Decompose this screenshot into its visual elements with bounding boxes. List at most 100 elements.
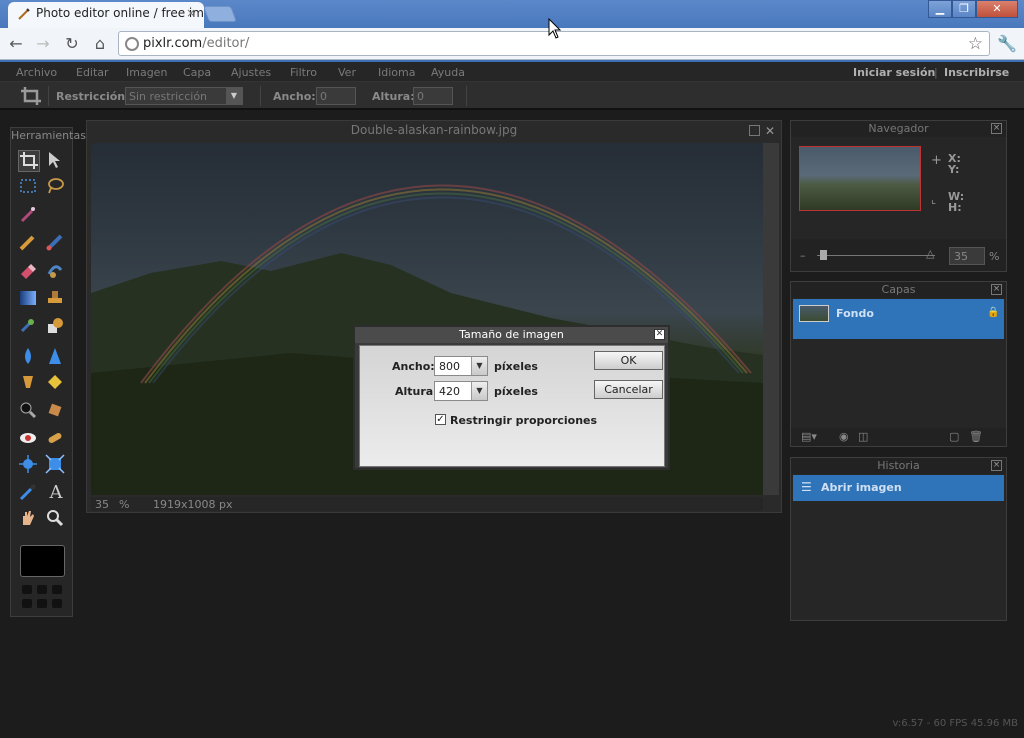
blur-tool[interactable] [18,346,40,368]
width-value: 800 [439,360,460,373]
new-tab-button[interactable] [203,6,237,22]
height-input[interactable]: 0 [413,87,453,105]
wand-tool[interactable] [18,204,40,226]
sharpen-tool[interactable] [45,346,67,368]
tab-close-icon[interactable]: × [186,6,196,20]
bloat-tool[interactable] [18,454,40,476]
tab-title: Photo editor online / free imag [36,6,204,20]
hand-tool[interactable] [18,508,40,530]
crop-tool[interactable] [18,150,40,172]
view-mode-button[interactable] [37,585,47,594]
zoom-percent[interactable]: 35 [95,498,109,511]
ok-button[interactable]: OK [594,351,663,370]
close-icon[interactable]: ✕ [654,329,665,340]
lasso-tool[interactable] [45,176,67,198]
dialog-title: Tamaño de imagen [355,327,668,343]
menu-archivo[interactable]: Archivo [16,66,57,79]
zoom-out-icon[interactable]: – [800,249,806,262]
layer-row[interactable]: Fondo 🔒 [793,299,1004,339]
zoom-input[interactable]: 35 [949,247,985,265]
view-mode-button[interactable] [22,599,32,608]
colorize-tool[interactable] [45,400,67,422]
spot-heal-tool[interactable] [45,428,67,450]
red-eye-icon [20,433,36,443]
zoom-slider-handle[interactable] [820,250,827,260]
menu-ayuda[interactable]: Ayuda [431,66,465,79]
replace-color-tool[interactable] [18,316,40,338]
menu-ver[interactable]: Ver [338,66,356,79]
zoom-in-icon[interactable]: △ [926,247,934,260]
login-link[interactable]: Iniciar sesión [853,66,935,79]
trash-icon[interactable]: 🗑 [969,430,983,443]
menu-filtro[interactable]: Filtro [290,66,317,79]
menu-ajustes[interactable]: Ajustes [231,66,271,79]
close-icon[interactable]: ✕ [765,124,775,138]
wrench-icon[interactable]: 🔧 [996,34,1018,54]
drawing-tool[interactable] [45,316,67,338]
move-tool[interactable] [45,150,67,172]
smudge-tool[interactable] [45,260,67,282]
gradient-icon [20,291,36,305]
view-mode-button[interactable] [52,599,62,608]
view-mode-button[interactable] [22,585,32,594]
close-icon[interactable]: × [991,123,1002,134]
brush-tool[interactable] [45,232,67,254]
divider [48,86,49,106]
marquee-tool[interactable] [18,176,40,198]
vertical-scrollbar[interactable] [763,143,779,495]
chevron-down-icon[interactable]: ▼ [471,382,487,400]
menu-capa[interactable]: Capa [183,66,211,79]
menu-idioma[interactable]: Idioma [378,66,415,79]
selection-size-icon: ⌞ [931,193,937,206]
crop-icon [20,152,38,169]
navigator-thumbnail[interactable] [799,146,921,211]
sponge-tool[interactable] [18,400,40,422]
red-eye-tool[interactable] [18,428,40,450]
eraser-tool[interactable] [18,260,40,282]
browser-tab[interactable]: Photo editor online / free imag × [8,2,204,28]
chevron-down-icon[interactable]: ▼ [471,357,487,375]
close-icon[interactable]: × [991,284,1002,295]
dodge-tool[interactable] [18,372,40,394]
lock-icon[interactable]: 🔒 [987,307,999,318]
smudge-icon [47,265,63,278]
layer-options-icon[interactable]: ▤▾ [801,430,817,443]
new-layer-icon[interactable]: ▢ [949,430,959,443]
restore-button[interactable]: ❐ [952,0,976,18]
signup-link[interactable]: Inscribirse [944,66,1009,79]
view-mode-button[interactable] [37,599,47,608]
type-tool[interactable]: A [45,482,67,504]
color-picker-tool[interactable] [18,482,40,504]
bookmark-star-icon[interactable]: ☆ [968,34,983,54]
browser-toolbar: ← → ↻ ⌂ pixlr.com/editor/ ☆ 🔧 [0,28,1024,60]
stamp-tool[interactable] [45,288,67,310]
constrain-checkbox[interactable]: ✓ [435,414,446,425]
zoom-slider[interactable] [817,255,935,256]
image-size: 1919x1008 px [153,498,233,511]
height-combo[interactable]: 420 ▼ [434,381,488,401]
home-icon[interactable]: ⌂ [89,34,111,54]
width-input[interactable]: 0 [316,87,356,105]
minimize-button[interactable]: ▁ [928,0,952,18]
forward-icon[interactable]: → [32,34,54,54]
pinch-tool[interactable] [45,454,67,476]
view-mode-button[interactable] [52,585,62,594]
history-row[interactable]: ☰ Abrir imagen [793,475,1004,501]
close-window-button[interactable]: ✕ [976,0,1018,18]
color-swatch[interactable] [20,545,65,577]
back-icon[interactable]: ← [5,34,27,54]
width-combo[interactable]: 800 ▼ [434,356,488,376]
close-icon[interactable]: × [991,460,1002,471]
gradient-tool[interactable] [18,288,40,310]
burn-tool[interactable] [45,372,67,394]
layer-mask-icon[interactable]: ◉ [839,430,849,443]
reload-icon[interactable]: ↻ [61,34,83,54]
restriction-select[interactable]: Sin restricción ▼ [125,87,243,105]
new-folder-icon[interactable]: ◫ [858,430,868,443]
maximize-icon[interactable] [749,125,760,136]
zoom-tool[interactable] [45,508,67,530]
menu-imagen[interactable]: Imagen [126,66,167,79]
cancel-button[interactable]: Cancelar [594,380,663,399]
menu-editar[interactable]: Editar [76,66,109,79]
pencil-tool[interactable] [18,232,40,254]
